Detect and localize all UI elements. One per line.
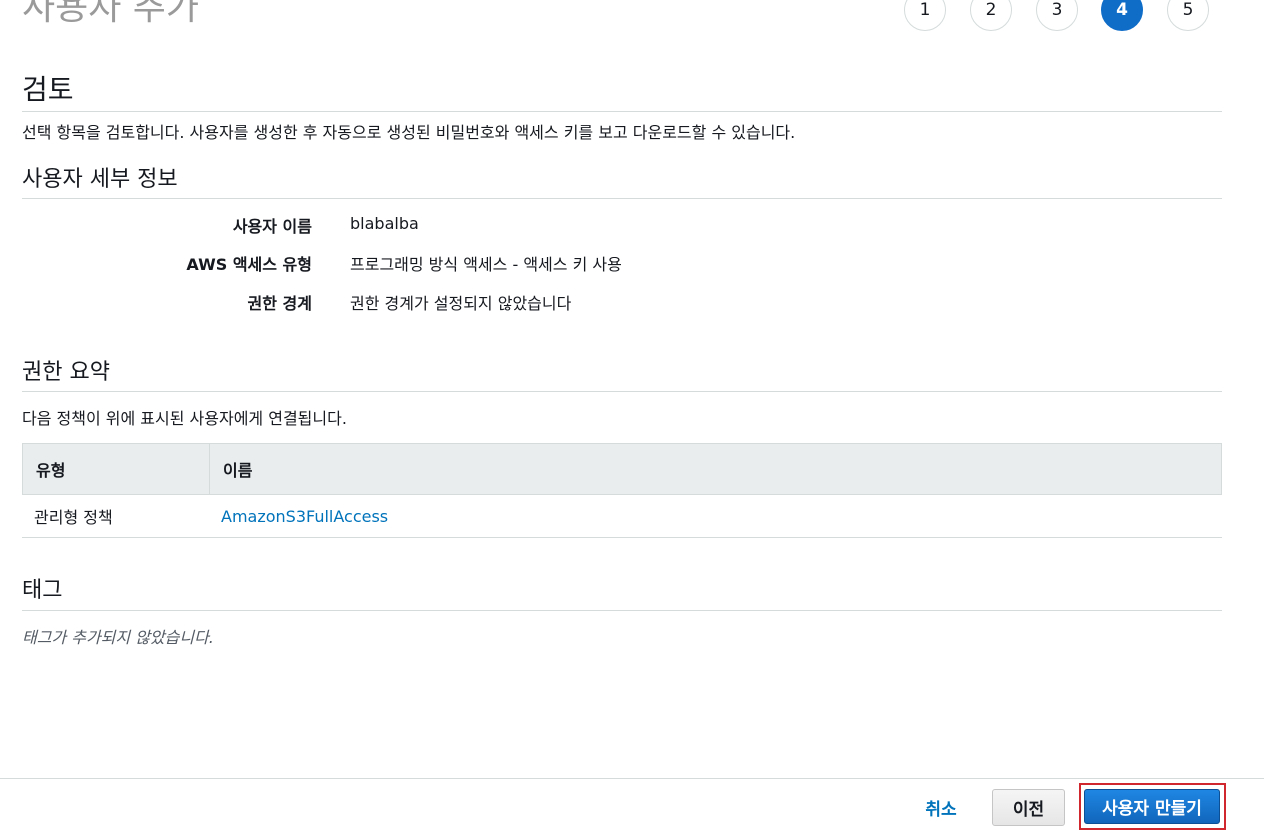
step-5[interactable]: 5 [1167,0,1209,31]
permissions-summary-title: 권한 요약 [22,360,110,385]
permissions-description: 다음 정책이 위에 표시된 사용자에게 연결됩니다. [22,409,347,428]
permission-boundary-label: 권한 경계 [247,294,312,313]
divider [22,391,1222,392]
review-title: 검토 [22,73,74,106]
access-type-value: 프로그래밍 방식 액세스 - 액세스 키 사용 [350,255,622,274]
create-user-highlight: 사용자 만들기 [1079,783,1226,830]
tags-title: 태그 [22,578,63,603]
cancel-button[interactable]: 취소 [912,789,970,825]
tags-empty-text: 태그가 추가되지 않았습니다. [22,628,214,647]
step-1[interactable]: 1 [904,0,946,31]
add-user-review-page: 사용자 추가 1 2 3 4 5 검토 선택 항목을 검토합니다. 사용자를 생… [0,0,1264,831]
column-header-type[interactable]: 유형 [23,444,210,494]
page-title: 사용자 추가 [22,0,200,28]
username-value: blabalba [350,214,419,233]
step-3[interactable]: 3 [1036,0,1078,31]
username-label: 사용자 이름 [232,217,312,236]
policies-table: 유형 이름 관리형 정책 AmazonS3FullAccess [22,443,1222,538]
divider [22,610,1222,611]
permission-boundary-value: 권한 경계가 설정되지 않았습니다 [350,294,572,313]
policy-type-cell: 관리형 정책 [34,508,113,527]
table-row: 관리형 정책 AmazonS3FullAccess [22,495,1222,537]
access-type-label: AWS 액세스 유형 [186,255,312,274]
divider [22,111,1222,112]
table-header: 유형 이름 [22,443,1222,495]
step-2[interactable]: 2 [970,0,1012,31]
footer-divider [0,778,1264,779]
review-description: 선택 항목을 검토합니다. 사용자를 생성한 후 자동으로 생성된 비밀번호와 … [22,123,796,142]
policy-name-link[interactable]: AmazonS3FullAccess [209,495,388,537]
step-4-active[interactable]: 4 [1101,0,1143,31]
column-header-name[interactable]: 이름 [210,444,252,494]
divider [22,198,1222,199]
previous-button[interactable]: 이전 [992,789,1065,826]
create-user-button[interactable]: 사용자 만들기 [1084,789,1220,824]
user-details-title: 사용자 세부 정보 [22,167,178,192]
